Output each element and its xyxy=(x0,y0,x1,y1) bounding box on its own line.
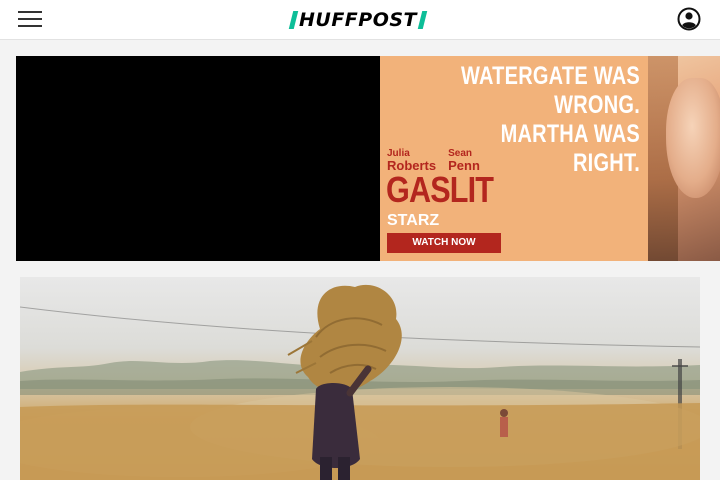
hamburger-menu-icon[interactable] xyxy=(18,11,44,29)
logo-slash-right xyxy=(417,11,428,29)
ad-actress-photo[interactable] xyxy=(648,56,720,261)
article-hero-image[interactable] xyxy=(20,277,700,480)
ad-headline-line: WRONG. xyxy=(554,91,640,119)
gaslit-ad-banner[interactable]: WATERGATE WAS WRONG. MARTHA WAS RIGHT. J… xyxy=(16,56,720,261)
ad-network-logo: STARZ xyxy=(387,212,440,229)
watch-now-button[interactable]: WATCH NOW xyxy=(387,233,501,253)
ad-photo-face xyxy=(666,78,720,198)
ad-headline-line: MARTHA WAS xyxy=(500,120,640,148)
logo-slash-left xyxy=(288,11,299,29)
huffpost-logo[interactable]: HUFFPOST xyxy=(288,9,428,31)
user-account-icon[interactable] xyxy=(677,7,701,31)
ad-headline-line: WATERGATE WAS xyxy=(460,62,640,90)
ad-text-panel[interactable]: WATERGATE WAS WRONG. MARTHA WAS RIGHT. J… xyxy=(380,56,648,261)
logo-text: HUFFPOST xyxy=(299,9,418,31)
ad-container: WATERGATE WAS WRONG. MARTHA WAS RIGHT. J… xyxy=(0,40,720,276)
ad-video-player[interactable] xyxy=(16,56,380,261)
ad-show-title: GASLIT xyxy=(386,169,494,210)
site-header: HUFFPOST xyxy=(0,0,720,40)
